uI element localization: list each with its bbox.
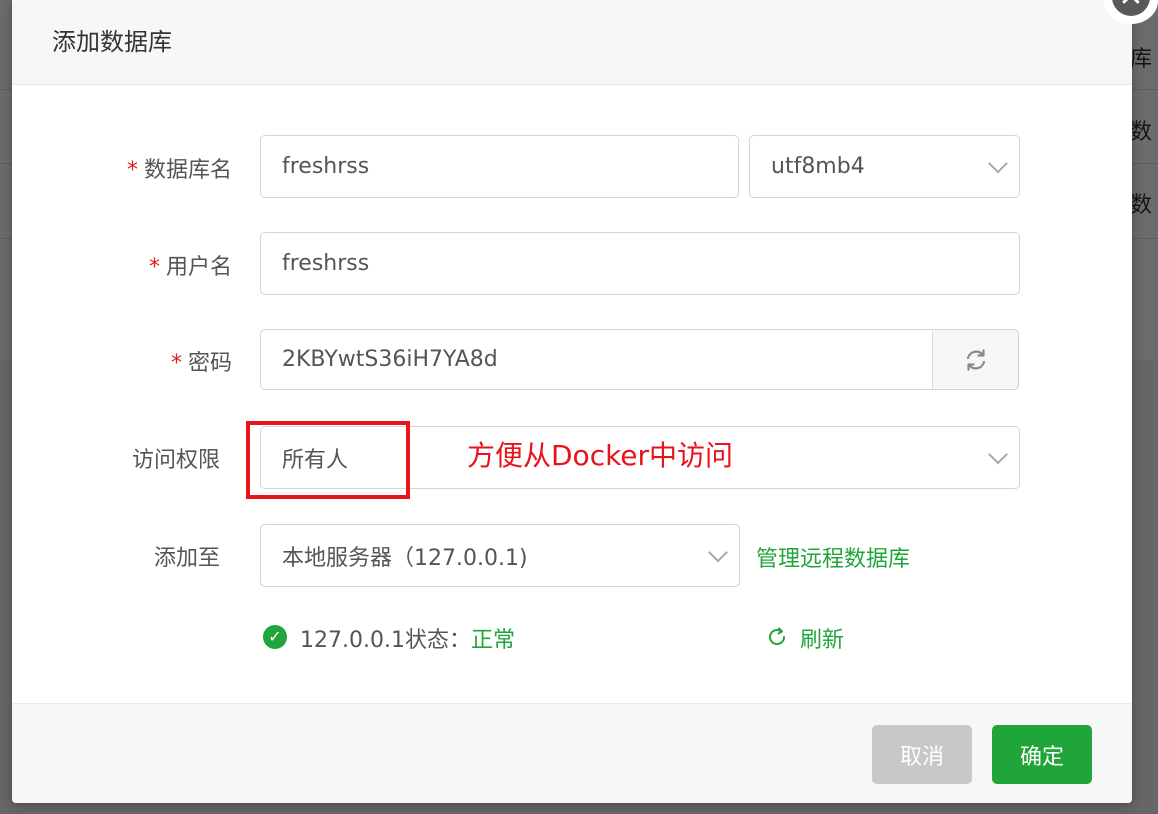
add-to-label: 添加至 (0, 540, 220, 572)
refresh-icon (966, 348, 985, 371)
access-label: 访问权限 (0, 442, 220, 474)
username-label: * 用户名 (12, 249, 232, 281)
chevron-down-icon (988, 444, 1008, 464)
username-label-text: 用户名 (165, 255, 232, 280)
manage-remote-db-link[interactable]: 管理远程数据库 (756, 541, 910, 573)
chevron-down-icon (708, 542, 728, 562)
status-prefix: 127.0.0.1状态： (300, 628, 471, 653)
status-value: 正常 (470, 628, 515, 653)
check-circle-icon: ✓ (263, 625, 287, 649)
dialog-footer: 取消 确定 (12, 703, 1132, 803)
generate-password-button[interactable] (932, 329, 1019, 390)
cancel-button[interactable]: 取消 (872, 725, 972, 784)
access-label-text: 访问权限 (131, 448, 220, 473)
required-mark: * (170, 351, 182, 376)
annotation-highlight-box (246, 421, 410, 499)
db-name-label-text: 数据库名 (143, 158, 232, 183)
annotation-text: 方便从Docker中访问 (467, 439, 734, 472)
charset-value: utf8mb4 (771, 154, 865, 179)
dialog-header: 添加数据库 (12, 0, 1132, 85)
password-label: * 密码 (12, 345, 232, 377)
server-select[interactable]: 本地服务器（127.0.0.1) (260, 524, 740, 587)
refresh-icon[interactable] (766, 626, 788, 648)
confirm-button[interactable]: 确定 (992, 725, 1092, 784)
close-icon: ✕ (1112, 0, 1150, 16)
required-mark: * (126, 158, 138, 183)
db-name-input[interactable]: freshrss (260, 135, 739, 198)
chevron-down-icon (988, 153, 1008, 173)
add-to-label-text: 添加至 (153, 546, 220, 571)
charset-select[interactable]: utf8mb4 (749, 135, 1020, 198)
db-name-label: * 数据库名 (12, 152, 232, 184)
username-input[interactable]: freshrss (260, 232, 1020, 295)
password-input[interactable]: 2KBYwtS36iH7YA8d (260, 329, 933, 390)
db-name-value: freshrss (282, 154, 370, 179)
refresh-status-link[interactable]: 刷新 (800, 622, 844, 654)
add-database-dialog: 添加数据库 * 数据库名 freshrss utf8mb4 * 用户名 freshr… (12, 0, 1132, 803)
username-value: freshrss (282, 251, 370, 276)
password-value: 2KBYwtS36iH7YA8d (282, 347, 498, 372)
required-mark: * (148, 255, 160, 280)
dialog-title: 添加数据库 (52, 28, 172, 56)
password-label-text: 密码 (187, 351, 232, 376)
server-status: 127.0.0.1状态：正常 (300, 622, 515, 654)
server-value: 本地服务器（127.0.0.1) (282, 545, 528, 571)
